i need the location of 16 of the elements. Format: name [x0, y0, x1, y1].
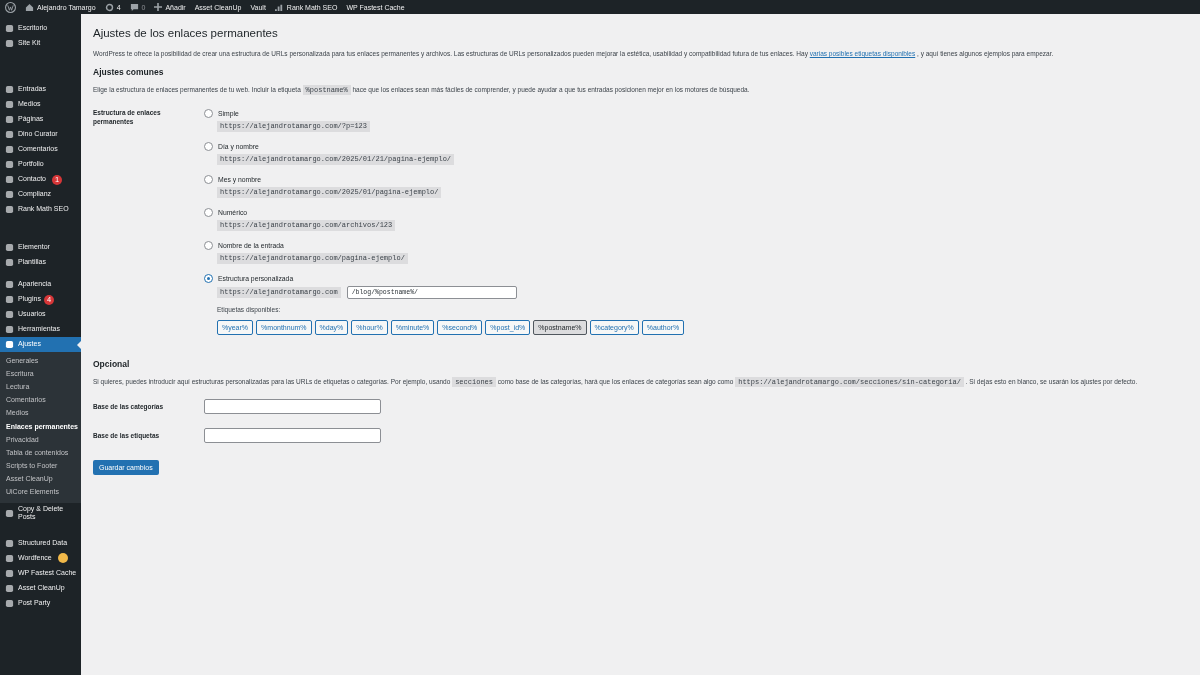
- input-field[interactable]: [204, 428, 381, 443]
- radio-button[interactable]: [204, 142, 213, 151]
- section-heading: Opcional: [93, 359, 131, 369]
- radio-button[interactable]: [204, 109, 213, 118]
- section-heading: Ajustes comunes: [93, 67, 165, 77]
- home-icon: [25, 2, 34, 12]
- radio-button[interactable]: [204, 175, 213, 184]
- radio-button[interactable]: [204, 274, 213, 283]
- comment-icon: [129, 2, 139, 12]
- radio-button[interactable]: [204, 241, 213, 250]
- radio-button[interactable]: [204, 208, 213, 217]
- input-field[interactable]: [204, 399, 381, 414]
- refresh-icon: [104, 2, 114, 12]
- plus-icon: [154, 3, 163, 11]
- wordpress-logo-icon[interactable]: [5, 1, 16, 13]
- page-title: Ajustes de los enlaces permanentes: [93, 27, 279, 39]
